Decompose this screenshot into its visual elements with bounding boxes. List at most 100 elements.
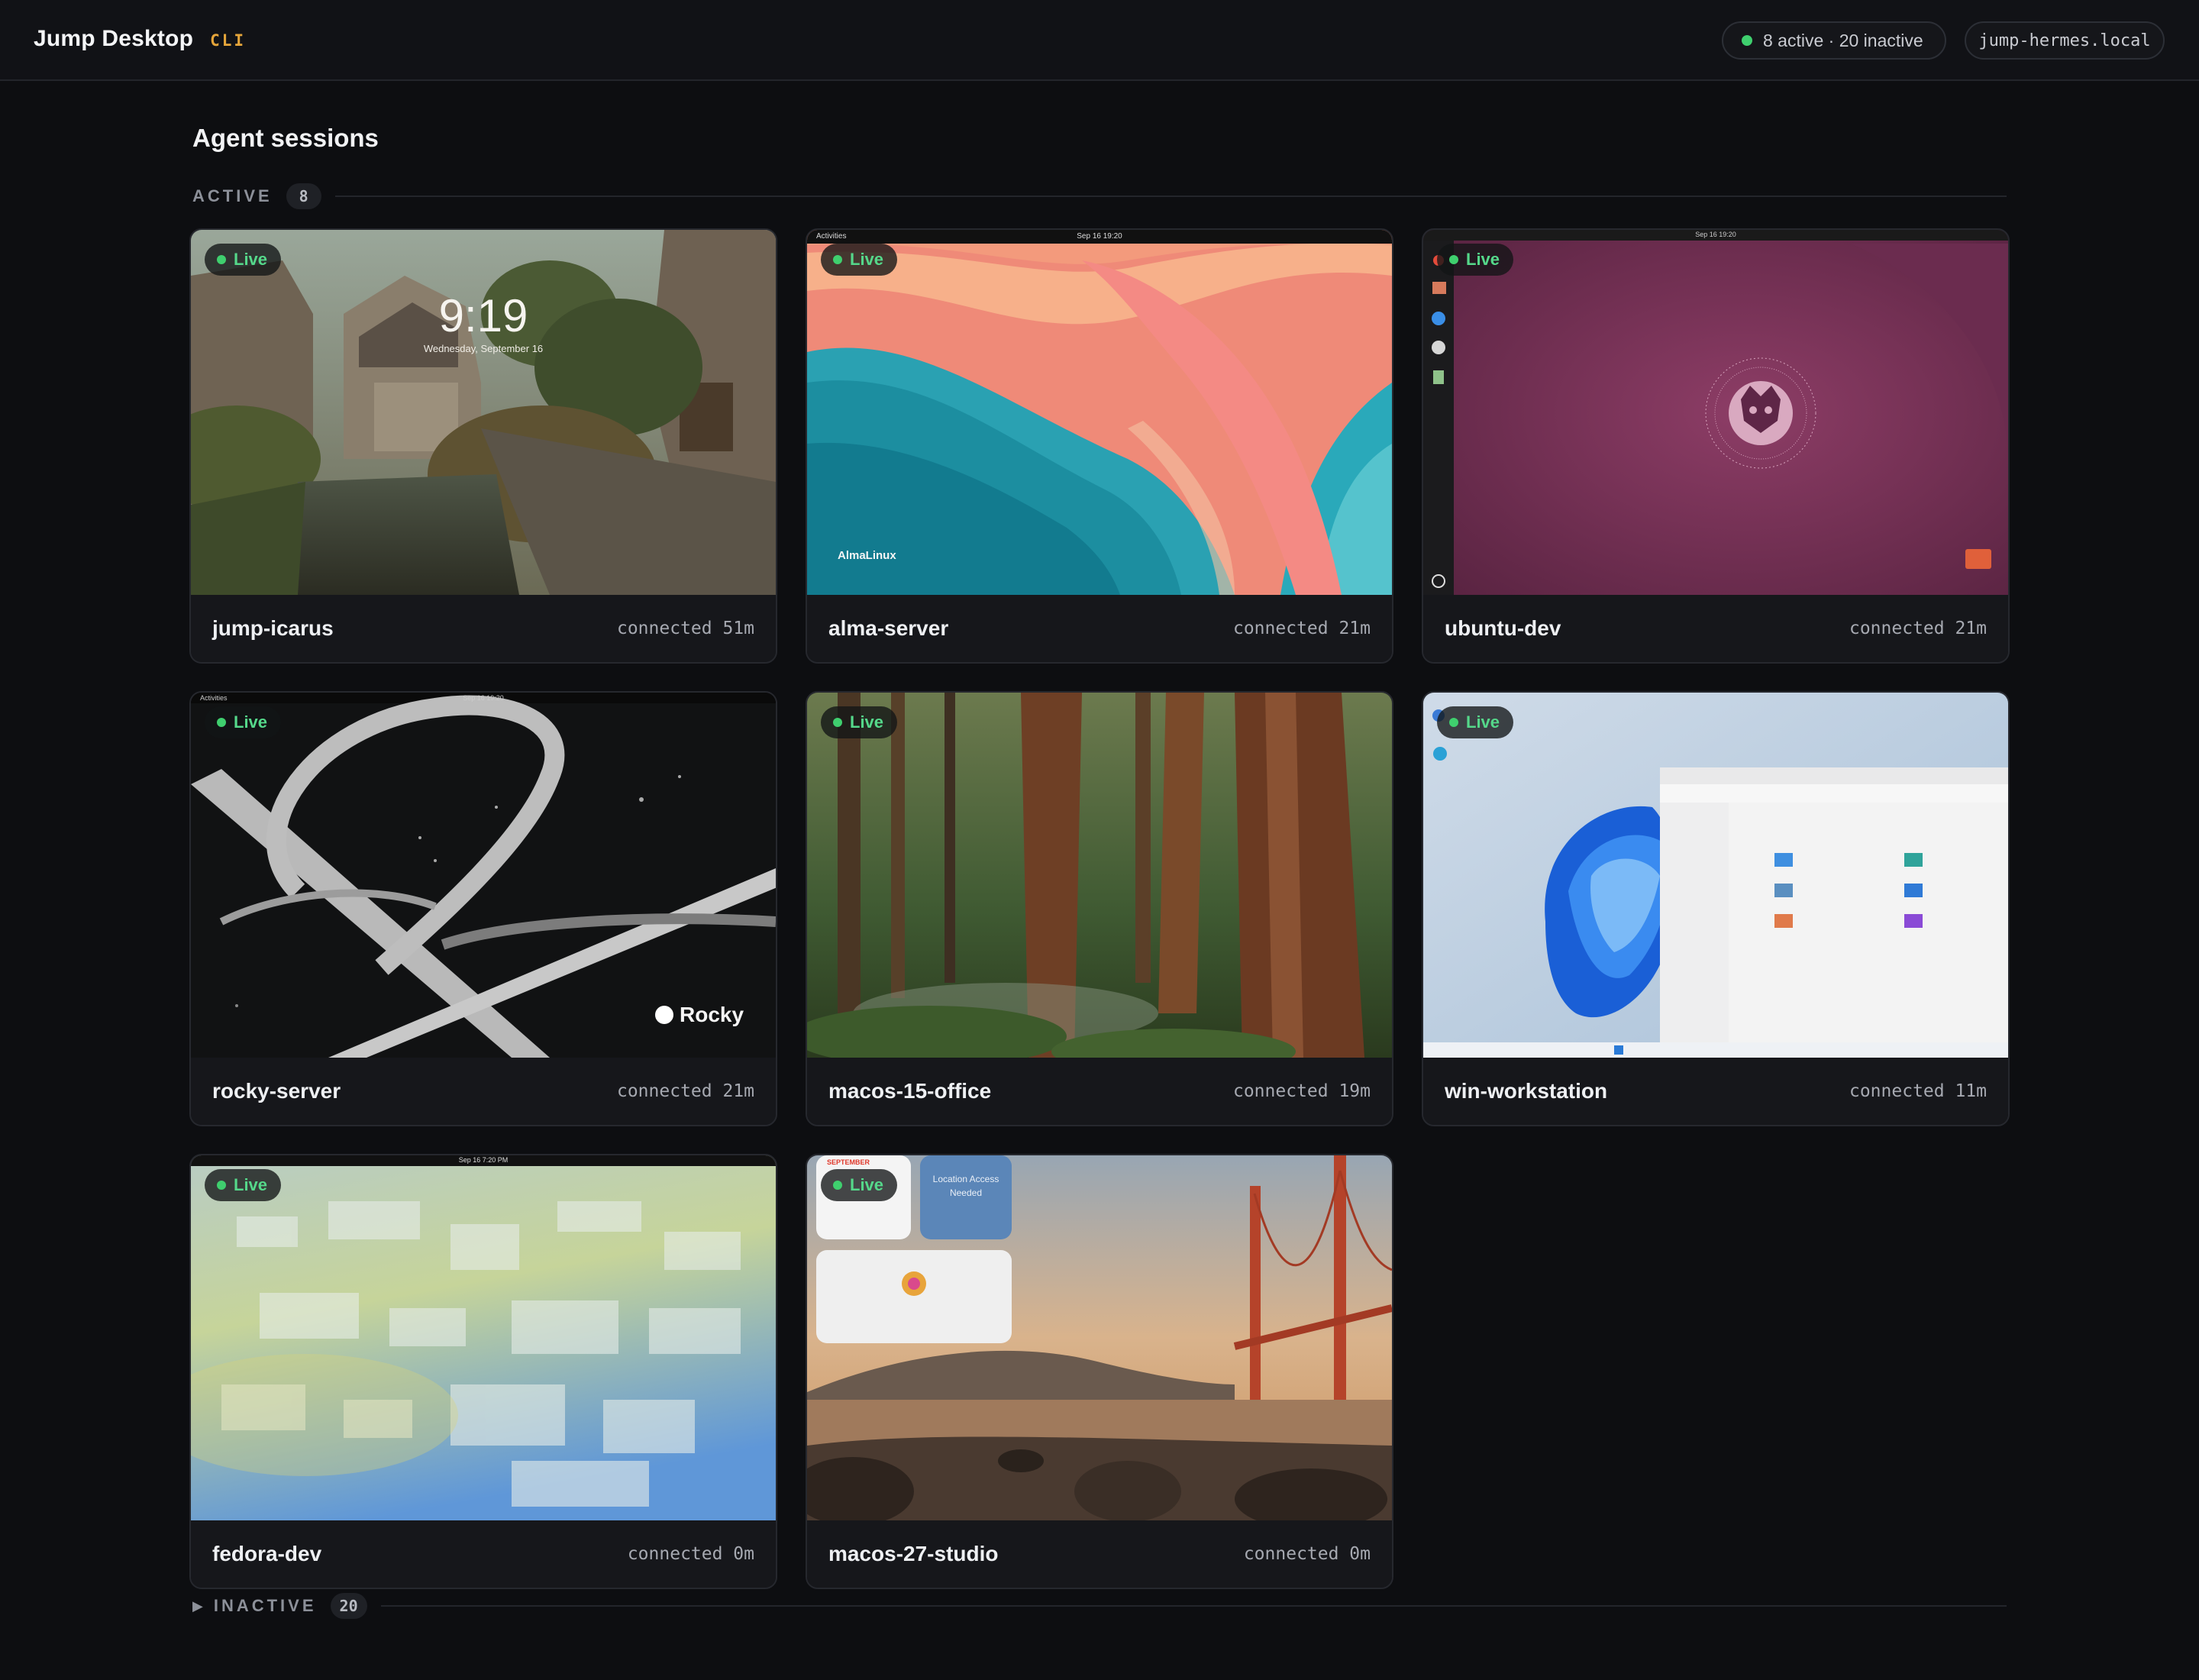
session-name: fedora-dev	[212, 1542, 322, 1565]
live-label: Live	[234, 1175, 268, 1194]
live-badge: Live	[1437, 244, 1514, 276]
session-card-win-workstation[interactable]: Live win-workstation connected 11m	[1422, 691, 2010, 1126]
thumb-date: Wednesday, September 16	[423, 343, 544, 354]
session-thumbnail[interactable]: Activities Sep 16 19:20 Rocky Live	[191, 693, 776, 1058]
thumb-location-widget: Location Access Needed	[932, 1174, 999, 1198]
inactive-section-header[interactable]: ▶ INACTIVE 20	[192, 1592, 2007, 1620]
live-dot-icon	[833, 255, 842, 264]
status-summary: 8 active · 20 inactive	[1763, 30, 1923, 50]
live-badge: Live	[205, 244, 282, 276]
session-connection-status: connected 11m	[1849, 1081, 1987, 1101]
thumb-logo-text: Rocky	[680, 1003, 744, 1026]
inactive-section-label[interactable]: INACTIVE	[214, 1596, 317, 1616]
session-thumbnail[interactable]: Sep 16 7:20 PM Live	[191, 1155, 776, 1520]
live-dot-icon	[833, 718, 842, 727]
card-footer: rocky-server connected 21m	[191, 1058, 776, 1125]
live-dot-icon	[1449, 255, 1458, 264]
thumb-topbar-clock: Sep 16 19:20	[1077, 232, 1122, 241]
thumb-calendar-month: SEPTEMBER	[827, 1158, 870, 1166]
status-dot-icon	[1742, 35, 1752, 46]
host-name: jump-hermes.local	[1978, 31, 2151, 50]
thumb-topbar-clock: Sep 16 7:20 PM	[458, 1156, 509, 1164]
session-name: rocky-server	[212, 1079, 341, 1103]
live-label: Live	[1466, 712, 1500, 732]
live-label: Live	[850, 712, 884, 732]
session-card-jump-icarus[interactable]: 9:19 Wednesday, September 16 Live jump-i…	[189, 228, 777, 664]
session-name: win-workstation	[1445, 1079, 1608, 1103]
thumb-logo-text: AlmaLinux	[838, 549, 896, 562]
active-section-header: ACTIVE 8	[192, 183, 2007, 210]
active-count-badge: 8	[286, 183, 321, 209]
fedora-wallpaper-image	[191, 1155, 776, 1520]
brand: Jump Desktop CLI	[34, 26, 246, 52]
live-badge: Live	[205, 706, 282, 738]
session-card-alma-server[interactable]: Activities Sep 16 19:20 AlmaLinux Live a…	[806, 228, 1393, 664]
live-label: Live	[850, 250, 884, 269]
session-connection-status: connected 21m	[616, 1081, 754, 1101]
live-dot-icon	[1449, 718, 1458, 727]
card-footer: alma-server connected 21m	[807, 595, 1392, 662]
session-thumbnail[interactable]: 9:19 Wednesday, September 16 Live	[191, 230, 776, 595]
session-thumbnail[interactable]: Activities Sep 16 19:20 AlmaLinux Live	[807, 230, 1392, 595]
live-label: Live	[234, 712, 268, 732]
thumb-topbar-clock: Sep 16 19:20	[463, 694, 504, 702]
golden-gate-wallpaper-image	[807, 1155, 1392, 1520]
section-divider	[380, 1605, 2007, 1607]
session-thumbnail[interactable]: Live	[1423, 693, 2008, 1058]
session-connection-status: connected 21m	[1232, 619, 1371, 638]
session-connection-status: connected 0m	[627, 1544, 754, 1564]
card-footer: macos-15-office connected 19m	[807, 1058, 1392, 1125]
session-name: jump-icarus	[212, 616, 334, 640]
chevron-right-icon[interactable]: ▶	[192, 1598, 203, 1614]
live-label: Live	[234, 250, 268, 269]
live-dot-icon	[833, 1181, 842, 1190]
redwood-forest-image	[807, 693, 1392, 1058]
app-tag: CLI	[210, 31, 247, 50]
top-bar: Jump Desktop CLI 8 active · 20 inactive …	[0, 0, 2199, 81]
card-footer: macos-27-studio connected 0m	[807, 1520, 1392, 1588]
session-status-pill: 8 active · 20 inactive	[1722, 21, 1946, 60]
session-thumbnail[interactable]: SEPTEMBER Location Access Needed Live	[807, 1155, 1392, 1520]
session-name: macos-15-office	[828, 1079, 992, 1103]
session-card-ubuntu-dev[interactable]: Sep 16 19:20 Live ubuntu-dev connected 2…	[1422, 228, 2010, 664]
lockscreen-village-image	[191, 230, 776, 595]
session-name: ubuntu-dev	[1445, 616, 1561, 640]
live-badge: Live	[205, 1169, 282, 1201]
windows-desktop-image	[1423, 693, 2008, 1058]
live-dot-icon	[217, 1181, 226, 1190]
session-connection-status: connected 51m	[616, 619, 754, 638]
active-section-label: ACTIVE	[192, 186, 273, 205]
session-card-macos-15-office[interactable]: Live macos-15-office connected 19m	[806, 691, 1393, 1126]
session-card-rocky-server[interactable]: Activities Sep 16 19:20 Rocky Live rocky…	[189, 691, 777, 1126]
card-footer: jump-icarus connected 51m	[191, 595, 776, 662]
live-badge: Live	[821, 244, 898, 276]
session-card-macos-27-studio[interactable]: SEPTEMBER Location Access Needed Live ma…	[806, 1154, 1393, 1589]
session-connection-status: connected 19m	[1232, 1081, 1371, 1101]
live-label: Live	[1466, 250, 1500, 269]
session-thumbnail[interactable]: Sep 16 19:20 Live	[1423, 230, 2008, 595]
live-badge: Live	[821, 706, 898, 738]
page-title: Agent sessions	[192, 124, 379, 152]
thumb-topbar-clock: Sep 16 19:20	[1695, 231, 1736, 238]
session-connection-status: connected 21m	[1849, 619, 1987, 638]
ubuntu-wallpaper-image	[1423, 230, 2008, 595]
live-label: Live	[850, 1175, 884, 1194]
section-divider	[334, 195, 2007, 197]
live-dot-icon	[217, 718, 226, 727]
session-card-fedora-dev[interactable]: Sep 16 7:20 PM Live fedora-dev connected…	[189, 1154, 777, 1589]
card-footer: win-workstation connected 11m	[1423, 1058, 2008, 1125]
inactive-count-badge: 20	[330, 1593, 367, 1619]
session-connection-status: connected 0m	[1243, 1544, 1371, 1564]
live-badge: Live	[1437, 706, 1514, 738]
app-title: Jump Desktop	[34, 26, 194, 51]
live-dot-icon	[217, 255, 226, 264]
session-name: macos-27-studio	[828, 1542, 999, 1565]
session-name: alma-server	[828, 616, 949, 640]
live-badge: Live	[821, 1169, 898, 1201]
thumb-clock: 9:19	[438, 290, 528, 341]
session-thumbnail[interactable]: Live	[807, 693, 1392, 1058]
card-footer: ubuntu-dev connected 21m	[1423, 595, 2008, 662]
card-footer: fedora-dev connected 0m	[191, 1520, 776, 1588]
alma-wallpaper-image	[807, 230, 1392, 595]
host-pill: jump-hermes.local	[1965, 21, 2165, 60]
